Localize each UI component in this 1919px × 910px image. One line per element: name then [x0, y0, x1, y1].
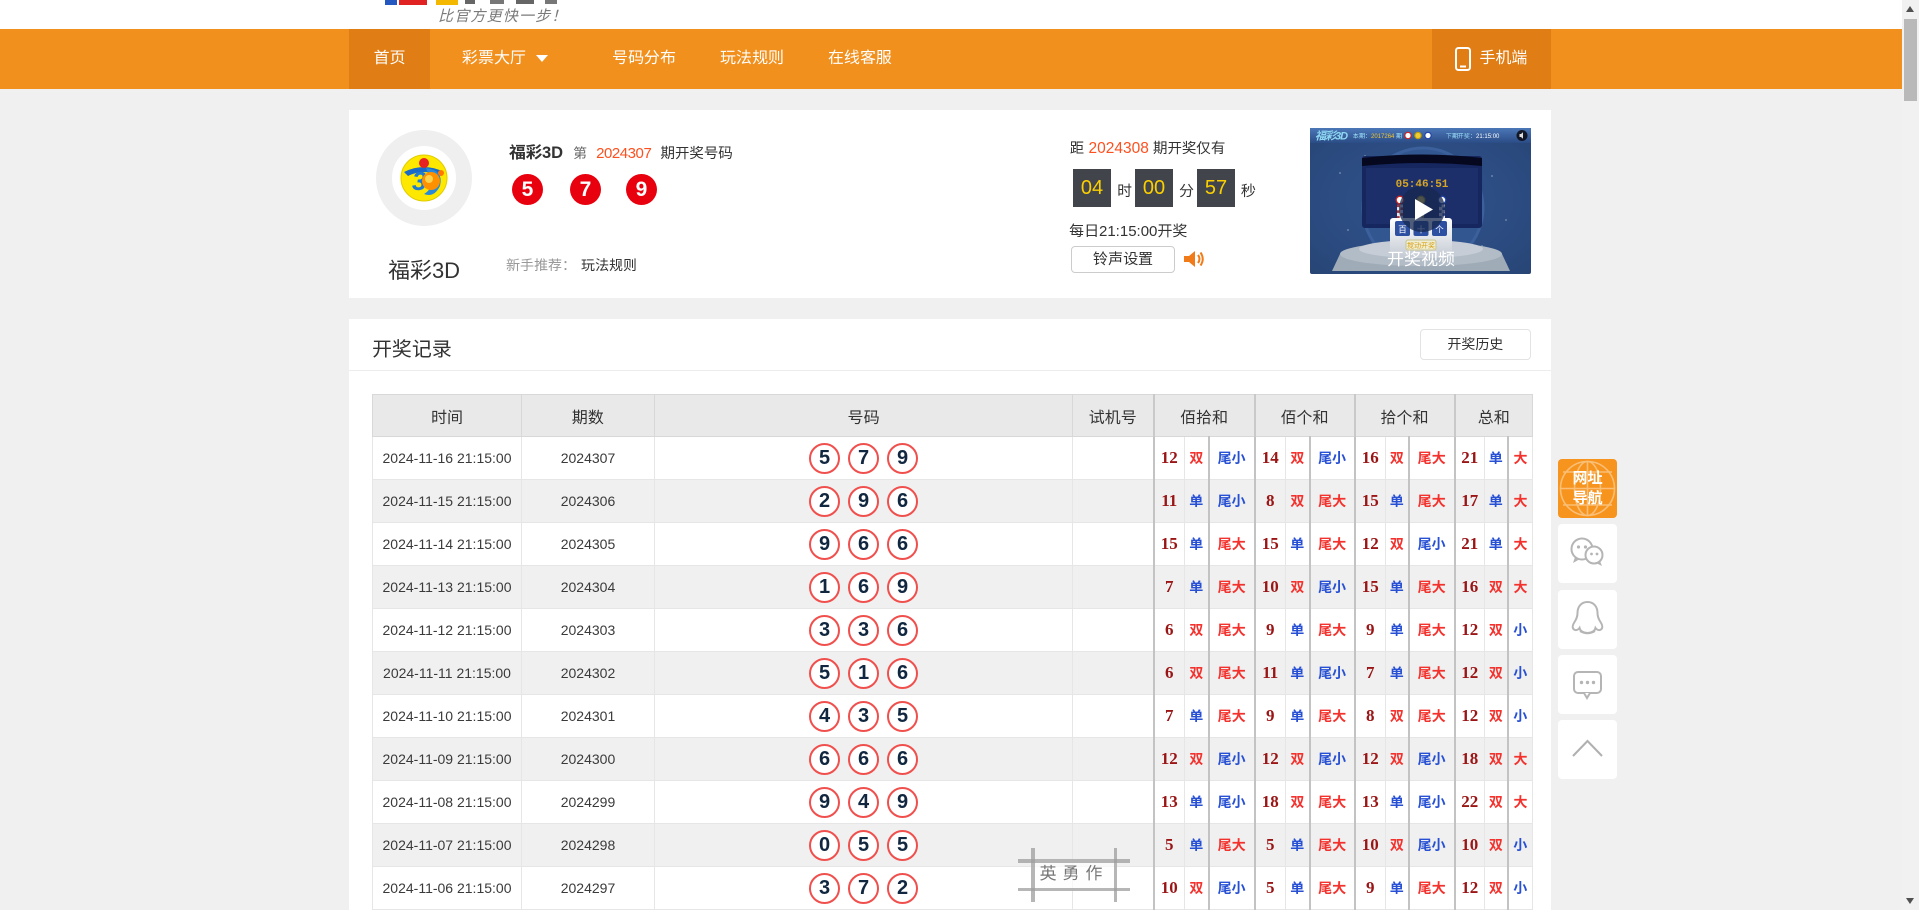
svg-text:下期开奖：21:15:00: 下期开奖：21:15:00 [1446, 132, 1500, 140]
svg-text:福彩3D: 福彩3D [1315, 130, 1348, 143]
svg-text:本期：2017264 期: 本期：2017264 期 [1353, 133, 1402, 140]
svg-text:搅动开奖: 搅动开奖 [1407, 241, 1435, 250]
svg-text:开奖视频: 开奖视频 [1387, 250, 1455, 269]
svg-text:百: 百 [1398, 225, 1407, 235]
